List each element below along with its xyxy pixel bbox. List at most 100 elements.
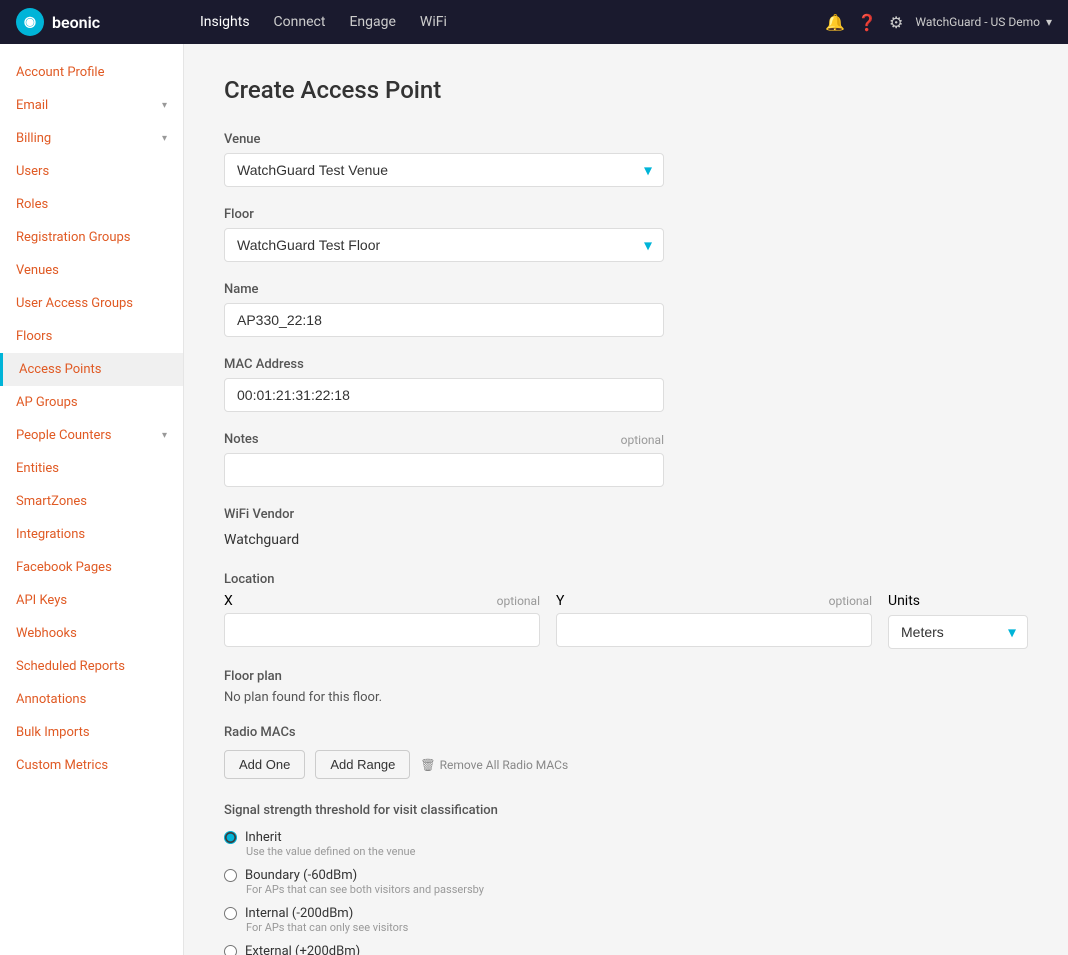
- radio-macs-label: Radio MACs: [224, 725, 1028, 740]
- mac-label: MAC Address: [224, 357, 664, 372]
- sidebar-item-email[interactable]: Email ▾: [0, 89, 183, 122]
- y-field: Y optional: [556, 593, 872, 647]
- sidebar-item-users[interactable]: Users: [0, 155, 183, 188]
- notes-optional-tag: optional: [621, 433, 664, 447]
- add-one-button[interactable]: Add One: [224, 750, 305, 779]
- sidebar-item-facebook-pages[interactable]: Facebook Pages: [0, 551, 183, 584]
- floor-group: Floor WatchGuard Test Floor ▾: [224, 207, 664, 262]
- nav-connect[interactable]: Connect: [274, 10, 326, 34]
- logo-icon: ◉: [16, 8, 44, 36]
- floor-select-wrapper: WatchGuard Test Floor ▾: [224, 228, 664, 262]
- chevron-down-icon: ▾: [162, 133, 167, 144]
- add-range-button[interactable]: Add Range: [315, 750, 410, 779]
- nav-insights[interactable]: Insights: [200, 10, 250, 34]
- account-badge[interactable]: WatchGuard - US Demo ▾: [915, 15, 1052, 29]
- y-label-row: Y optional: [556, 593, 872, 609]
- sidebar-item-billing[interactable]: Billing ▾: [0, 122, 183, 155]
- sidebar-item-access-points[interactable]: Access Points: [0, 353, 183, 386]
- x-optional-tag: optional: [497, 594, 540, 608]
- floor-select[interactable]: WatchGuard Test Floor: [224, 228, 664, 262]
- sidebar-item-scheduled-reports[interactable]: Scheduled Reports: [0, 650, 183, 683]
- sidebar-item-api-keys[interactable]: API Keys: [0, 584, 183, 617]
- sidebar: Account Profile Email ▾ Billing ▾ Users …: [0, 44, 184, 955]
- nav-links: Insights Connect Engage WiFi: [200, 10, 825, 34]
- floor-plan-label: Floor plan: [224, 669, 1028, 684]
- signal-label: Signal strength threshold for visit clas…: [224, 803, 1028, 818]
- account-name: WatchGuard - US Demo: [915, 15, 1040, 29]
- signal-radio-internal[interactable]: [224, 907, 237, 920]
- signal-option-external: External (+200dBm) For APs that can only…: [224, 944, 1028, 955]
- sidebar-item-floors[interactable]: Floors: [0, 320, 183, 353]
- trash-icon: 🗑: [420, 758, 435, 772]
- sidebar-item-registration-groups[interactable]: Registration Groups: [0, 221, 183, 254]
- radio-macs-buttons: Add One Add Range 🗑 Remove All Radio MAC…: [224, 750, 1028, 779]
- sidebar-item-ap-groups[interactable]: AP Groups: [0, 386, 183, 419]
- account-chevron-icon: ▾: [1046, 15, 1052, 29]
- notes-label: Notes: [224, 432, 259, 447]
- name-group: Name: [224, 282, 664, 337]
- venue-select[interactable]: WatchGuard Test Venue: [224, 153, 664, 187]
- nav-engage[interactable]: Engage: [349, 10, 395, 34]
- chevron-down-icon: ▾: [162, 100, 167, 111]
- sidebar-item-user-access-groups[interactable]: User Access Groups: [0, 287, 183, 320]
- location-row: X optional Y optional Units: [224, 593, 1028, 649]
- signal-radio-boundary[interactable]: [224, 869, 237, 882]
- sidebar-item-venues[interactable]: Venues: [0, 254, 183, 287]
- logo-area: ◉ beonic: [16, 8, 200, 36]
- location-label: Location: [224, 572, 1028, 587]
- sidebar-item-bulk-imports[interactable]: Bulk Imports: [0, 716, 183, 749]
- help-icon[interactable]: ❓: [857, 13, 877, 32]
- x-label-row: X optional: [224, 593, 540, 609]
- units-field: Units Meters Feet ▾: [888, 593, 1028, 649]
- sidebar-item-custom-metrics[interactable]: Custom Metrics: [0, 749, 183, 782]
- floor-plan-section: Floor plan No plan found for this floor.: [224, 669, 1028, 705]
- wifi-vendor-group: WiFi Vendor Watchguard: [224, 507, 1028, 552]
- venue-select-wrapper: WatchGuard Test Venue ▾: [224, 153, 664, 187]
- units-select[interactable]: Meters Feet: [888, 615, 1028, 649]
- sidebar-item-entities[interactable]: Entities: [0, 452, 183, 485]
- sidebar-item-roles[interactable]: Roles: [0, 188, 183, 221]
- radio-macs-section: Radio MACs Add One Add Range 🗑 Remove Al…: [224, 725, 1028, 779]
- signal-option-boundary: Boundary (-60dBm) For APs that can see b…: [224, 868, 1028, 896]
- sidebar-item-integrations[interactable]: Integrations: [0, 518, 183, 551]
- sidebar-item-webhooks[interactable]: Webhooks: [0, 617, 183, 650]
- notes-group: Notes optional: [224, 432, 664, 487]
- signal-radio-inherit[interactable]: [224, 831, 237, 844]
- units-select-wrapper: Meters Feet ▾: [888, 615, 1028, 649]
- y-input[interactable]: [556, 613, 872, 647]
- name-input[interactable]: [224, 303, 664, 337]
- gear-icon[interactable]: ⚙: [889, 13, 903, 32]
- wifi-vendor-label: WiFi Vendor: [224, 507, 1028, 522]
- layout: Account Profile Email ▾ Billing ▾ Users …: [0, 0, 1068, 955]
- sidebar-item-annotations[interactable]: Annotations: [0, 683, 183, 716]
- top-nav: ◉ beonic Insights Connect Engage WiFi 🔔 …: [0, 0, 1068, 44]
- main-content: Create Access Point Venue WatchGuard Tes…: [184, 44, 1068, 955]
- venue-group: Venue WatchGuard Test Venue ▾: [224, 132, 664, 187]
- sidebar-item-account-profile[interactable]: Account Profile: [0, 56, 183, 89]
- signal-hint-inherit: Use the value defined on the venue: [246, 845, 1028, 858]
- signal-hint-boundary: For APs that can see both visitors and p…: [246, 883, 1028, 896]
- x-label: X: [224, 593, 233, 609]
- logo-text: beonic: [52, 13, 100, 32]
- name-label: Name: [224, 282, 664, 297]
- mac-input[interactable]: [224, 378, 664, 412]
- nav-right: 🔔 ❓ ⚙ WatchGuard - US Demo ▾: [825, 13, 1052, 32]
- signal-hint-internal: For APs that can only see visitors: [246, 921, 1028, 934]
- signal-option-internal: Internal (-200dBm) For APs that can only…: [224, 906, 1028, 934]
- bell-icon[interactable]: 🔔: [825, 13, 845, 32]
- x-input[interactable]: [224, 613, 540, 647]
- remove-all-radio-macs-link[interactable]: 🗑 Remove All Radio MACs: [420, 758, 568, 772]
- units-label-row: Units: [888, 593, 1028, 609]
- sidebar-item-people-counters[interactable]: People Counters ▾: [0, 419, 183, 452]
- floor-plan-note: No plan found for this floor.: [224, 690, 1028, 705]
- venue-label: Venue: [224, 132, 664, 147]
- sidebar-item-smartzones[interactable]: SmartZones: [0, 485, 183, 518]
- chevron-down-icon: ▾: [162, 430, 167, 441]
- floor-label: Floor: [224, 207, 664, 222]
- notes-input[interactable]: [224, 453, 664, 487]
- wifi-vendor-value: Watchguard: [224, 528, 1028, 552]
- nav-wifi[interactable]: WiFi: [420, 10, 447, 34]
- signal-radio-external[interactable]: [224, 945, 237, 955]
- page-title: Create Access Point: [224, 76, 1028, 104]
- signal-section: Signal strength threshold for visit clas…: [224, 803, 1028, 955]
